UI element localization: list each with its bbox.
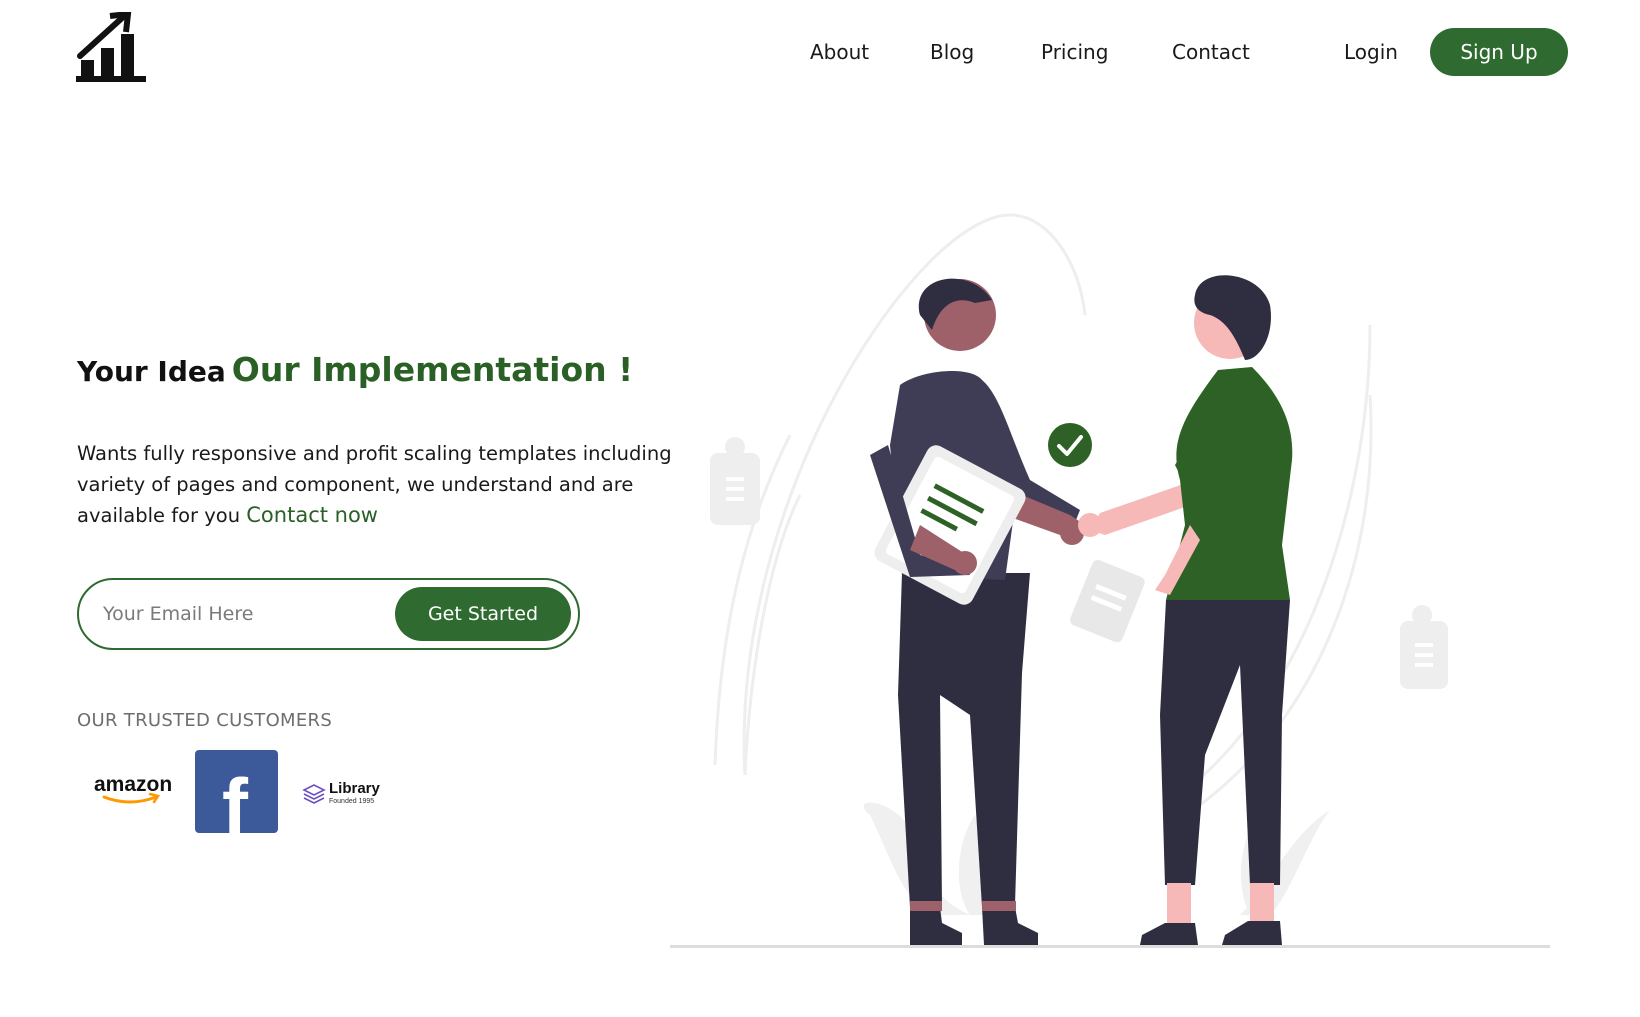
nav-link-about[interactable]: About [810, 40, 869, 64]
nav-link-contact[interactable]: Contact [1172, 40, 1250, 64]
check-badge-icon [1048, 423, 1092, 467]
facebook-logo: f [195, 750, 278, 850]
library-logo: Library Founded 1995 [302, 780, 381, 805]
nav-link-blog[interactable]: Blog [930, 40, 974, 64]
amazon-logo: amazon [94, 773, 172, 804]
hero-title-highlight: Our Implementation ! [231, 350, 634, 389]
facebook-logo-text: f [222, 762, 249, 833]
contact-now-link[interactable]: Contact now [246, 503, 378, 527]
email-signup-form: Get Started [77, 578, 580, 650]
hero-description: Wants fully responsive and profit scalin… [77, 438, 677, 531]
document-icon-left [710, 437, 760, 525]
handshake-illustration [670, 213, 1550, 948]
hero-title: Your Idea Our Implementation ! [77, 350, 633, 389]
email-input[interactable] [103, 598, 383, 630]
library-logo-subtext: Founded 1995 [329, 798, 374, 805]
library-logo-text: Library [329, 780, 381, 797]
get-started-button[interactable]: Get Started [395, 587, 571, 641]
document-icon-right [1400, 605, 1448, 689]
trusted-customers-label: OUR TRUSTED CUSTOMERS [77, 710, 333, 731]
bar-chart-arrow-icon[interactable] [76, 12, 148, 86]
paper-sheet [1070, 559, 1145, 643]
amazon-logo-text: amazon [94, 773, 172, 796]
signup-button[interactable]: Sign Up [1430, 28, 1568, 76]
hero-title-prefix: Your Idea [77, 355, 226, 388]
login-link[interactable]: Login [1344, 40, 1398, 64]
nav-link-pricing[interactable]: Pricing [1041, 40, 1108, 64]
